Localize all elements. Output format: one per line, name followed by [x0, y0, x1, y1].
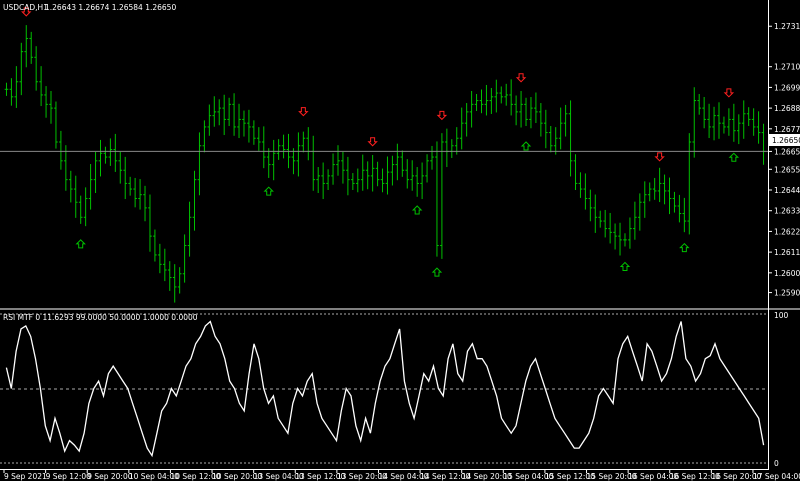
x-tick-label: 9 Sep 2021: [4, 472, 47, 481]
symbol-label: USDCAD,H1: [3, 3, 48, 12]
y-tick-label: 1.26990: [774, 83, 800, 92]
y-tick-label: 1.27315: [774, 22, 800, 31]
x-tick-label: 9 Sep 12:00: [46, 472, 92, 481]
y-tick-label: 1.27100: [774, 63, 800, 72]
y-tick-label: 1.26225: [774, 227, 800, 236]
y-tick-label: 1.26445: [774, 186, 800, 195]
y-tick-label: 1.26880: [774, 104, 800, 113]
rsi-tick-100: 100: [774, 311, 789, 320]
rsi-tick-0: 0: [774, 459, 779, 468]
y-tick-label: 1.26770: [774, 125, 800, 134]
chart-canvas: 1.26650 1.27315 1.27100 1.26990 1.26880 1.26…: [0, 0, 800, 481]
rsi-label: RSI MTF 0 11.6293 99.0000 50.0000 1.0000…: [3, 313, 198, 322]
y-tick-label: 1.26115: [774, 248, 800, 257]
y-tick-label: 1.26335: [774, 207, 800, 216]
current-price-label: 1.26650: [772, 136, 800, 145]
y-tick-label: 1.26555: [774, 165, 800, 174]
ohlc-label: 1.26643 1.26674 1.26584 1.26650: [45, 3, 176, 12]
x-tick-label: 9 Sep 20:00: [87, 472, 133, 481]
y-tick-label: 1.25900: [774, 289, 800, 298]
y-tick-label: 1.26650: [774, 147, 800, 156]
y-tick-label: 1.26005: [774, 269, 800, 278]
x-tick-label: 17 Sep 04:00: [753, 472, 800, 481]
